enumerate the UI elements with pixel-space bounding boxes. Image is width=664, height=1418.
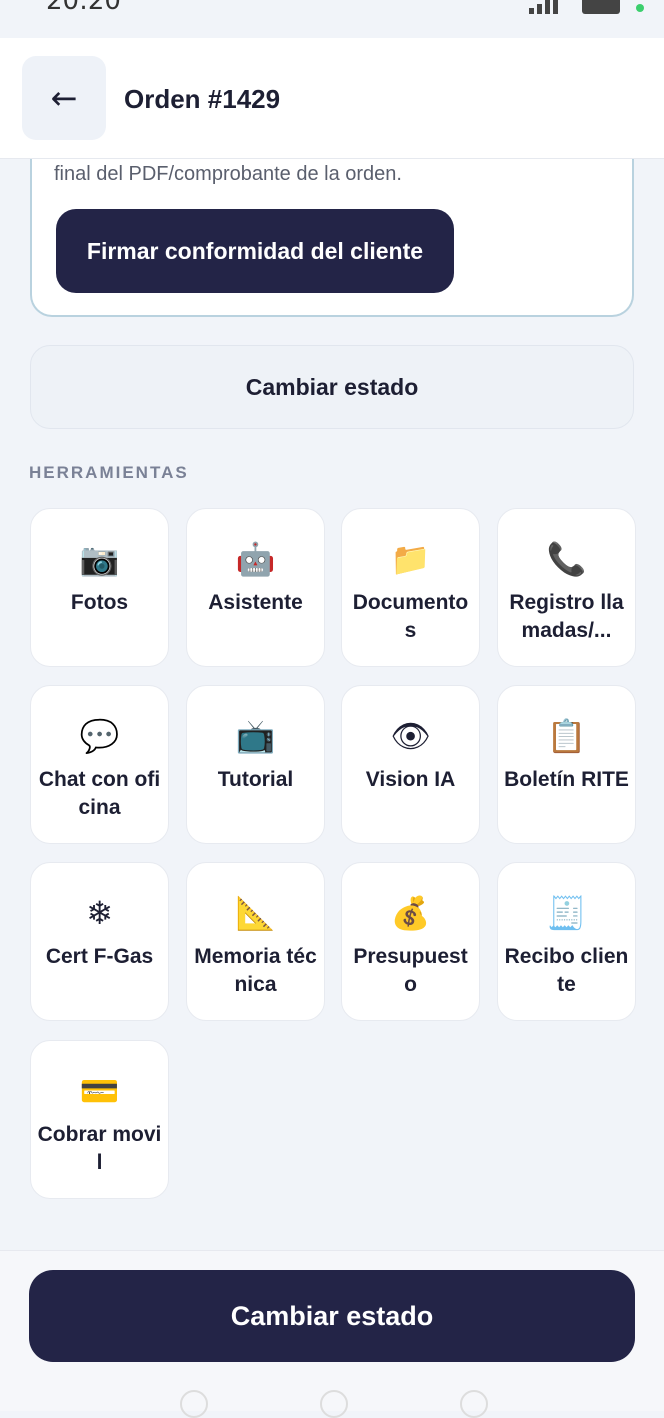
ruler-triangle-icon: 📐 (235, 894, 276, 932)
nav-back-icon[interactable] (460, 1390, 488, 1418)
tool-label: Recibo cliente (504, 945, 629, 996)
tool-label: Asistente (208, 591, 303, 614)
signal-bar (545, 0, 550, 14)
battery-icon (582, 0, 620, 14)
tool-tile[interactable]: 💬 Chat con oficina (30, 685, 169, 844)
tool-tile[interactable]: 📞 Registro llamadas/... (497, 508, 636, 667)
tool-label: Cobrar movil (37, 1123, 162, 1174)
snowflake-icon: ❄ (86, 894, 113, 932)
tv-icon: 📺 (235, 717, 276, 755)
tool-label: Presupuesto (353, 945, 468, 996)
tool-tile[interactable]: 📁 Documentos (341, 508, 480, 667)
tool-tile[interactable]: 📐 Memoria técnica (186, 862, 325, 1021)
tool-label: Fotos (70, 591, 129, 614)
tool-tile[interactable]: 📋 Boletín RITE (497, 685, 636, 844)
status-bar: 20:20 (0, 0, 664, 38)
tool-label: Tutorial (217, 768, 294, 791)
signal-bar (553, 0, 558, 14)
status-dot-icon (636, 4, 644, 12)
tool-tile[interactable]: 🤖 Asistente (186, 508, 325, 667)
tools-section-title: HERRAMIENTAS (29, 463, 189, 482)
camera-icon: 📷 (79, 540, 120, 578)
tool-tile[interactable]: 💰 Presupuesto (341, 862, 480, 1021)
folder-icon: 📁 (390, 540, 431, 578)
change-state-button[interactable]: Cambiar estado (30, 345, 634, 429)
money-bag-icon: 💰 (390, 894, 431, 932)
chat-icon: 💬 (79, 717, 120, 755)
tool-label: Chat con oficina (38, 768, 161, 819)
tool-label: Memoria técnica (194, 945, 317, 996)
clipboard-icon: 📋 (546, 717, 587, 755)
tool-tile[interactable]: 💳 Cobrar movil (30, 1040, 169, 1199)
nav-recent-icon[interactable] (180, 1390, 208, 1418)
tool-label: Documentos (352, 591, 469, 642)
tool-tile[interactable]: 📷 Fotos (30, 508, 169, 667)
tool-tile[interactable]: 👁 Vision IA (341, 685, 480, 844)
tool-label: Vision IA (365, 768, 456, 791)
back-button[interactable]: ← (22, 56, 106, 140)
tool-label: Boletín RITE (504, 768, 629, 791)
robot-icon: 🤖 (235, 540, 276, 578)
signal-bar (529, 8, 534, 14)
tool-tile[interactable]: ❄ Cert F-Gas (30, 862, 169, 1021)
sign-client-button[interactable]: Firmar conformidad del cliente (56, 209, 454, 293)
credit-card-icon: 💳 (79, 1072, 120, 1110)
receipt-icon: 🧾 (546, 894, 587, 932)
status-time: 20:20 (46, 0, 121, 16)
tool-tile[interactable]: 📺 Tutorial (186, 685, 325, 844)
tool-tile[interactable]: 🧾 Recibo cliente (497, 862, 636, 1021)
bottom-change-state-button[interactable]: Cambiar estado (29, 1270, 635, 1362)
tool-label: Registro llamadas/... (509, 591, 624, 642)
back-arrow-icon: ← (50, 79, 78, 117)
status-icons (504, 0, 644, 14)
signature-card-text: final del PDF/comprobante de la orden. (54, 163, 402, 185)
phone-icon: 📞 (546, 540, 587, 578)
page-title: Orden #1429 (124, 84, 281, 114)
eye-icon: 👁 (390, 717, 431, 755)
nav-home-icon[interactable] (320, 1390, 348, 1418)
tool-label: Cert F-Gas (45, 945, 154, 968)
signal-bar (537, 4, 542, 14)
app-bar: ← Orden #1429 (0, 38, 664, 159)
